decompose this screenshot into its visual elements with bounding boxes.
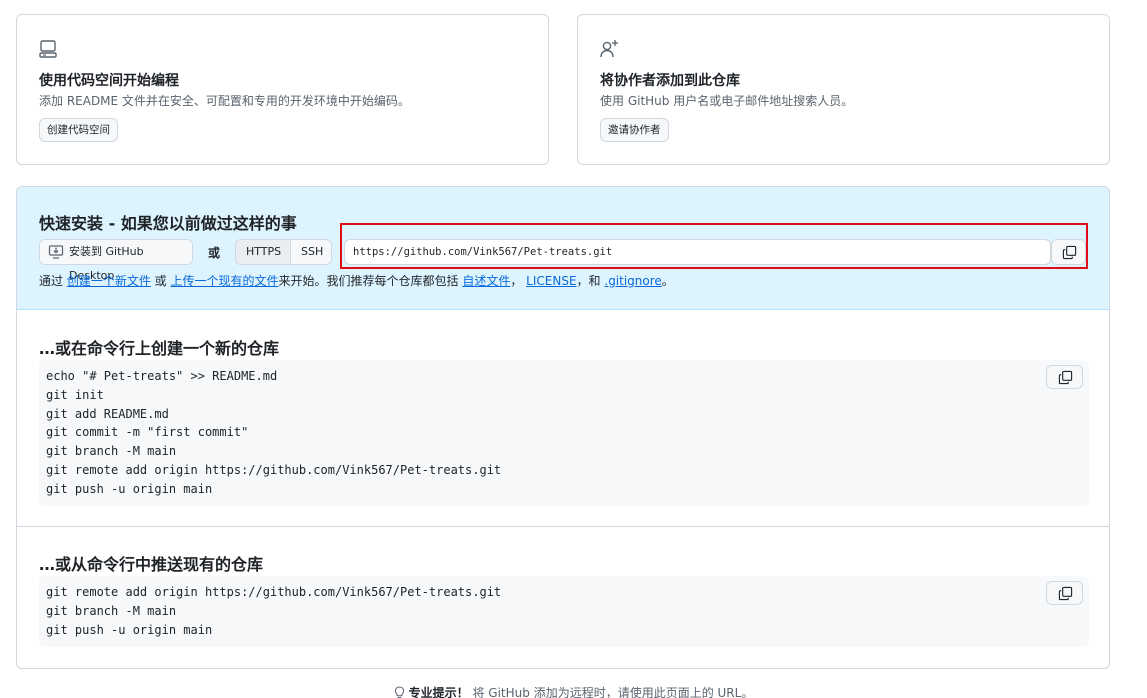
code-line: git branch -M main (46, 603, 177, 618)
hint-text: ，和 (576, 274, 605, 288)
gitignore-link[interactable]: .gitignore (604, 274, 661, 288)
protip: 专业提示！ 将 GitHub 添加为远程时，请使用此页面上的 URL。 (0, 684, 1147, 698)
code-line: git remote add origin https://github.com… (46, 462, 502, 477)
quick-setup-hint: 通过 创建一个新文件 或 上传一个现有的文件来开始。我们推荐每个仓库都包括 自述… (39, 272, 674, 289)
upload-file-link[interactable]: 上传一个现有的文件 (170, 274, 278, 288)
code-line: git push -u origin main (46, 622, 213, 637)
codespaces-card: 使用代码空间开始编程 添加 README 文件并在安全、可配置和专用的开发环境中… (16, 14, 549, 165)
clone-url-input[interactable] (345, 240, 1052, 264)
create-repo-code: echo "# Pet-treats" >> README.md git ini… (39, 360, 1089, 506)
setup-panel: 快速安装 - 如果您以前做过这样的事 安装到 GitHub Desktop 或 … (16, 186, 1110, 669)
copy-icon (1058, 586, 1073, 601)
code-line: git commit -m "first commit" (46, 425, 249, 440)
collaborators-card: 将协作者添加到此仓库 使用 GitHub 用户名或电子邮件地址搜索人员。 邀请协… (577, 14, 1110, 165)
readme-link[interactable]: 自述文件 (462, 274, 510, 288)
hint-text: 来开始。我们推荐每个仓库都包括 (278, 274, 463, 288)
code-line: git branch -M main (46, 444, 177, 459)
push-repo-code: git remote add origin https://github.com… (39, 576, 1089, 647)
collaborators-card-title: 将协作者添加到此仓库 (600, 73, 740, 89)
collaborators-card-description: 使用 GitHub 用户名或电子邮件地址搜索人员。 (600, 94, 854, 108)
copy-create-code-button[interactable] (1046, 365, 1083, 389)
quick-setup: 快速安装 - 如果您以前做过这样的事 安装到 GitHub Desktop 或 … (17, 187, 1109, 310)
desktop-download-icon (48, 245, 64, 259)
hint-text: 。 (661, 274, 674, 288)
github-desktop-button[interactable]: 安装到 GitHub Desktop (39, 239, 193, 282)
clone-url-field[interactable] (344, 239, 1052, 265)
code-line: git push -u origin main (46, 481, 213, 496)
https-tab[interactable]: HTTPS (236, 240, 291, 264)
push-repo-title: …或从命令行中推送现有的仓库 (39, 555, 264, 574)
hint-text: 或 (150, 274, 171, 288)
copy-url-button[interactable] (1051, 239, 1086, 265)
copy-icon (1062, 245, 1077, 260)
invite-collaborators-button[interactable]: 邀请协作者 (600, 118, 669, 142)
or-label: 或 (208, 246, 221, 260)
create-repo-title: …或在命令行上创建一个新的仓库 (39, 339, 280, 358)
person-add-icon (600, 40, 618, 58)
create-new-file-link[interactable]: 创建一个新文件 (67, 274, 151, 288)
push-repo-section: …或从命令行中推送现有的仓库 git remote add origin htt… (17, 527, 1109, 668)
code-line: git init (46, 387, 104, 402)
copy-icon (1058, 370, 1073, 385)
hint-text: 通过 (39, 274, 67, 288)
code-line: echo "# Pet-treats" >> README.md (46, 369, 278, 383)
light-bulb-icon (394, 686, 404, 698)
code-line: git remote add origin https://github.com… (46, 585, 502, 599)
protocol-switch: HTTPS SSH (235, 239, 332, 265)
protip-text: 将 GitHub 添加为远程时，请使用此页面上的 URL。 (468, 686, 754, 698)
hint-text: ， (510, 274, 527, 288)
create-repo-section: …或在命令行上创建一个新的仓库 echo "# Pet-treats" >> R… (17, 311, 1109, 527)
quick-setup-title: 快速安装 - 如果您以前做过这样的事 (39, 214, 297, 233)
ssh-tab[interactable]: SSH (291, 240, 331, 264)
create-codespace-button[interactable]: 创建代码空间 (39, 118, 118, 142)
codespaces-card-title: 使用代码空间开始编程 (39, 73, 179, 89)
protip-label: 专业提示！ (408, 686, 469, 698)
codespaces-icon (39, 40, 57, 58)
code-line: git add README.md (46, 406, 169, 421)
codespaces-card-description: 添加 README 文件并在安全、可配置和专用的开发环境中开始编码。 (39, 94, 410, 108)
license-link[interactable]: LICENSE (526, 274, 576, 288)
copy-push-code-button[interactable] (1046, 581, 1083, 605)
